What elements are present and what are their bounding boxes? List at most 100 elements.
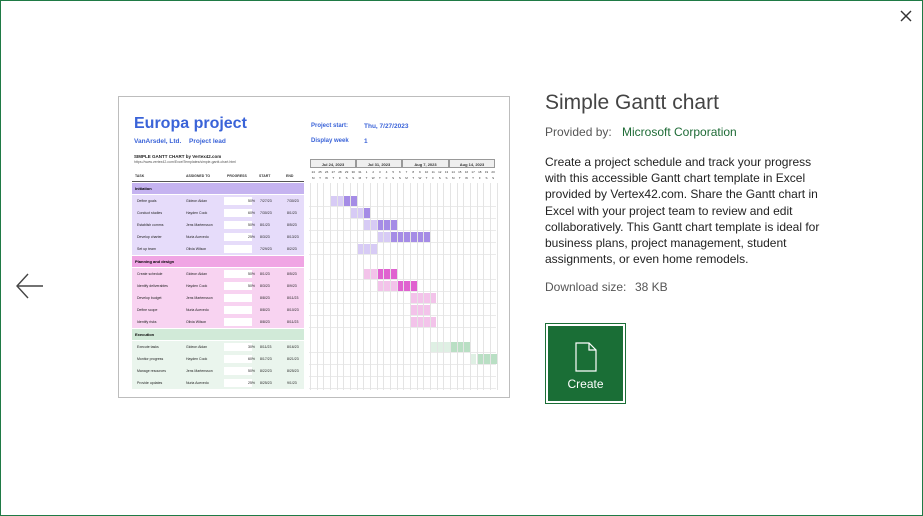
preview-grid-vline <box>469 183 471 390</box>
preview-day-letter: T <box>412 176 415 180</box>
preview-task-start: 7/29/23 <box>260 247 272 251</box>
preview-task-assignee: Gideon Aidan <box>186 345 208 349</box>
preview-task-row: Define goals Gideon Aidan 50% 7/27/23 7/30/2… <box>132 195 304 207</box>
preview-day-number: 9 <box>419 170 421 174</box>
document-icon <box>575 342 597 372</box>
preview-task-row: Execute tasks Gideon Aidan 30% 8/11/23 8/16/… <box>132 341 304 353</box>
preview-day-letter: W <box>418 176 422 180</box>
preview-day-letter: T <box>365 176 368 180</box>
preview-task-end: 8/5/23 <box>287 272 297 276</box>
preview-task-assignee: Gideon Aidan <box>186 272 208 276</box>
preview-day-number: 15 <box>458 170 462 174</box>
preview-phase-header: Initiation <box>132 183 304 194</box>
preview-task-row: Conduct studies Hayden Cook 60% 7/30/23 8/1/… <box>132 207 304 219</box>
preview-task-assignee: Hayden Cook <box>186 284 208 288</box>
preview-header-assigned: ASSIGNED TO <box>186 174 211 178</box>
preview-day-number: 1 <box>365 170 368 174</box>
preview-day-letter: F <box>478 176 481 180</box>
preview-task-row: Define scope Nuria Acevedo 8/8/23 8/10/23 <box>132 304 304 316</box>
preview-task-assignee: Olivia Wilson <box>186 320 207 324</box>
preview-grid-vline <box>323 183 325 390</box>
preview-task-name: Identify risks <box>137 320 157 324</box>
preview-task-start: 8/25/23 <box>260 381 272 385</box>
preview-task-progress: 60% <box>248 211 256 215</box>
preview-gantt-bar <box>376 269 397 279</box>
preview-task-assignee: Nuria Acevedo <box>186 308 209 312</box>
close-button[interactable] <box>898 8 914 24</box>
preview-day-number: 8 <box>412 170 415 174</box>
preview-progress-cell <box>224 318 252 326</box>
preview-day-number: 7 <box>405 170 408 174</box>
provided-by-label: Provided by: <box>545 125 612 139</box>
preview-day-number: 16 <box>464 170 469 174</box>
template-preview: Europa project VanArsdel, Ltd. Project l… <box>118 96 510 398</box>
preview-grid-vline <box>350 183 351 390</box>
preview-grid-vline <box>436 183 438 390</box>
close-icon <box>900 10 912 22</box>
preview-grid-vline <box>463 183 465 390</box>
preview-task-start: 8/3/23 <box>260 235 270 239</box>
preview-company: VanArsdel, Ltd. <box>134 138 182 145</box>
preview-task-assignee: Nuria Acevedo <box>186 381 209 385</box>
preview-day-number: 24 <box>311 170 315 174</box>
preview-day-letter: S <box>392 176 395 180</box>
preview-task-start: 8/3/23 <box>260 284 270 288</box>
preview-gantt-bar <box>449 342 470 352</box>
preview-day-letter: T <box>458 176 461 180</box>
preview-task-row: Manage resources Jens Martensson 50% 8/22/2… <box>132 365 304 377</box>
preview-grid-vline <box>356 183 358 390</box>
preview-grid-vline <box>443 183 445 390</box>
create-button[interactable]: Create <box>545 323 626 404</box>
preview-task-end: 8/21/23 <box>287 357 299 361</box>
preview-header-start: START <box>259 174 271 178</box>
previous-template-button[interactable] <box>15 271 45 301</box>
preview-day-letter: M <box>312 176 315 180</box>
preview-task-row: Develop charter Nuria Acevedo 25% 8/3/23 8/1… <box>132 231 304 243</box>
preview-day-letter: S <box>438 176 441 180</box>
provider-name: Microsoft Corporation <box>622 125 737 139</box>
preview-grid-vline <box>489 183 491 390</box>
preview-day-letter: S <box>485 176 488 180</box>
preview-task-end: 8/16/23 <box>287 345 299 349</box>
preview-task-name: Develop budget <box>137 296 162 300</box>
preview-task-start: 8/1/23 <box>260 223 270 227</box>
preview-task-end: 9/1/23 <box>287 381 297 385</box>
preview-subtitle: SIMPLE GANTT CHART by Vertex42.com <box>134 154 222 159</box>
preview-gantt-bar-light <box>469 354 477 364</box>
preview-grid-vline <box>409 183 411 390</box>
preview-task-assignee: Olivia Wilson <box>186 247 207 251</box>
preview-task-end: 7/30/23 <box>287 199 299 203</box>
preview-task-assignee: Jens Martensson <box>186 223 213 227</box>
preview-task-name: Define goals <box>137 199 157 203</box>
preview-task-progress: 50% <box>248 199 256 203</box>
preview-day-number: 14 <box>451 170 455 174</box>
preview-grid-vline <box>416 183 418 390</box>
preview-task-end: 8/2/23 <box>287 247 297 251</box>
preview-day-number: 6 <box>399 170 401 174</box>
preview-progress-cell <box>224 245 252 253</box>
preview-day-number: 27 <box>331 170 335 174</box>
preview-week-1: Jul 24, 2023 <box>310 159 356 168</box>
preview-display-week-value: 1 <box>364 138 368 145</box>
preview-grid-vline <box>376 183 378 390</box>
preview-task-assignee: Gideon Aidan <box>186 199 208 203</box>
preview-task-name: Create schedule <box>137 272 163 276</box>
preview-day-letter: S <box>345 176 348 180</box>
download-size-label: Download size: <box>545 280 627 294</box>
preview-grid-vline <box>476 183 478 390</box>
preview-grid-vline <box>496 183 498 390</box>
preview-day-letter: T <box>425 176 428 180</box>
preview-grid-vline <box>396 183 398 390</box>
preview-day-number: 31 <box>358 170 362 174</box>
preview-task-end: 8/25/23 <box>287 369 299 373</box>
preview-gantt-bar <box>476 354 497 364</box>
preview-task-assignee: Hayden Cook <box>186 357 208 361</box>
preview-day-number: 12 <box>438 170 442 174</box>
preview-day-number: 25 <box>318 170 322 174</box>
preview-day-letter: M <box>451 176 455 180</box>
preview-task-progress: 50% <box>248 272 256 276</box>
preview-grid-vline <box>456 183 458 390</box>
preview-day-letter: M <box>405 176 408 180</box>
preview-day-number: 13 <box>444 170 449 174</box>
preview-day-letter: W <box>465 176 468 180</box>
